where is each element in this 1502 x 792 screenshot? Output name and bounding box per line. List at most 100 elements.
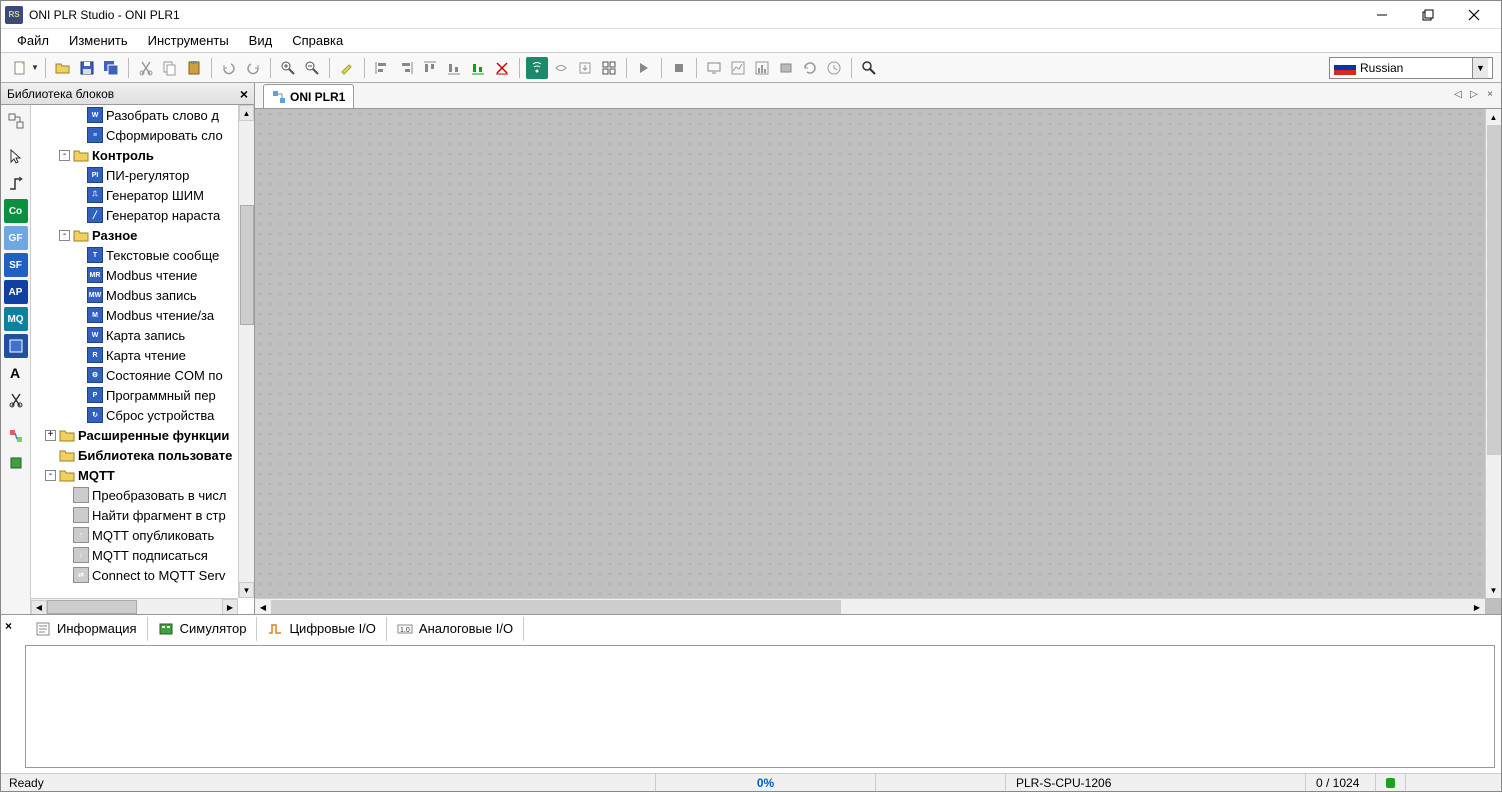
- align-right-button[interactable]: [395, 57, 417, 79]
- vtool-cut[interactable]: [4, 388, 28, 412]
- scroll-thumb[interactable]: [240, 205, 254, 325]
- menu-help[interactable]: Справка: [282, 31, 353, 50]
- connect-green-button[interactable]: [467, 57, 489, 79]
- maximize-button[interactable]: [1405, 1, 1451, 29]
- clock-button[interactable]: [823, 57, 845, 79]
- vtool-co[interactable]: Co: [4, 199, 28, 223]
- redo-button[interactable]: [242, 57, 264, 79]
- tree-item[interactable]: Преобразовать в числ: [31, 485, 238, 505]
- tree-item[interactable]: ↓MQTT подписаться: [31, 545, 238, 565]
- scroll-thumb-h[interactable]: [47, 600, 137, 614]
- copy-button[interactable]: [159, 57, 181, 79]
- zoom-in-button[interactable]: [277, 57, 299, 79]
- new-button[interactable]: [9, 57, 31, 79]
- bottom-tab-analog-io[interactable]: 1.0 Аналоговые I/O: [387, 617, 524, 641]
- align-top-button[interactable]: [419, 57, 441, 79]
- canvas-tab-main[interactable]: ONI PLR1: [263, 84, 354, 108]
- tree-item[interactable]: +Расширенные функции: [31, 425, 238, 445]
- tree-item[interactable]: PПрограммный пер: [31, 385, 238, 405]
- bottom-close-button[interactable]: ×: [5, 619, 12, 633]
- canvas-hscrollbar[interactable]: ◀▶: [255, 598, 1485, 614]
- vtool-wire[interactable]: [4, 172, 28, 196]
- tree-vscrollbar[interactable]: ▲ ▼: [238, 105, 254, 598]
- align-bottom-button[interactable]: [443, 57, 465, 79]
- online-button[interactable]: [526, 57, 548, 79]
- tree-item[interactable]: ⇄Connect to MQTT Serv: [31, 565, 238, 585]
- menu-file[interactable]: Файл: [7, 31, 59, 50]
- download-button[interactable]: [574, 57, 596, 79]
- tree-item[interactable]: WКарта запись: [31, 325, 238, 345]
- tree-item[interactable]: ↑MQTT опубликовать: [31, 525, 238, 545]
- tree-item[interactable]: Библиотека пользовате: [31, 445, 238, 465]
- expander-icon[interactable]: -: [45, 470, 56, 481]
- tree-item[interactable]: -Контроль: [31, 145, 238, 165]
- canvas[interactable]: ▲▼ ◀▶: [255, 109, 1501, 614]
- tree-item[interactable]: PIПИ-регулятор: [31, 165, 238, 185]
- canvas-vscrollbar[interactable]: ▲▼: [1485, 109, 1501, 598]
- tree-item[interactable]: MWModbus запись: [31, 285, 238, 305]
- tree-item[interactable]: TТекстовые сообще: [31, 245, 238, 265]
- cut-button[interactable]: [135, 57, 157, 79]
- menu-edit[interactable]: Изменить: [59, 31, 138, 50]
- vtool-sf[interactable]: SF: [4, 253, 28, 277]
- tab-close-button[interactable]: ×: [1483, 87, 1497, 101]
- vtool-workspace[interactable]: [4, 109, 28, 133]
- refresh-button[interactable]: [799, 57, 821, 79]
- scroll-left-icon[interactable]: ◀: [31, 600, 47, 615]
- device-button[interactable]: [775, 57, 797, 79]
- vtool-ap[interactable]: AP: [4, 280, 28, 304]
- tree-item[interactable]: WРазобрать слово д: [31, 105, 238, 125]
- minimize-button[interactable]: [1359, 1, 1405, 29]
- language-select[interactable]: Russian ▼: [1329, 57, 1493, 79]
- play-button[interactable]: [633, 57, 655, 79]
- tree-item[interactable]: MModbus чтение/за: [31, 305, 238, 325]
- align-left-button[interactable]: [371, 57, 393, 79]
- chart1-button[interactable]: [727, 57, 749, 79]
- bottom-tab-digital-io[interactable]: Цифровые I/O: [257, 617, 386, 641]
- tree-item[interactable]: ⎍Генератор ШИМ: [31, 185, 238, 205]
- bottom-tab-simulator[interactable]: Симулятор: [148, 617, 258, 641]
- bottom-tab-info[interactable]: Информация: [25, 617, 148, 641]
- vtool-module[interactable]: [4, 451, 28, 475]
- library-close-button[interactable]: ×: [240, 86, 248, 102]
- disconnect-red-button[interactable]: [491, 57, 513, 79]
- tree-item[interactable]: -MQTT: [31, 465, 238, 485]
- new-dropdown[interactable]: ▼: [31, 63, 39, 72]
- tab-prev-button[interactable]: ◁: [1451, 87, 1465, 101]
- grid-button[interactable]: [598, 57, 620, 79]
- save-button[interactable]: [76, 57, 98, 79]
- tree-item[interactable]: ≡Сформировать сло: [31, 125, 238, 145]
- monitor-button[interactable]: [703, 57, 725, 79]
- zoom-out-button[interactable]: [301, 57, 323, 79]
- expander-icon[interactable]: -: [59, 230, 70, 241]
- expander-icon[interactable]: +: [45, 430, 56, 441]
- tab-next-button[interactable]: ▷: [1467, 87, 1481, 101]
- tree-item[interactable]: MRModbus чтение: [31, 265, 238, 285]
- vtool-connect[interactable]: [4, 424, 28, 448]
- undo-button[interactable]: [218, 57, 240, 79]
- scroll-down-icon[interactable]: ▼: [239, 582, 254, 598]
- tree-item[interactable]: -Разное: [31, 225, 238, 245]
- vtool-text[interactable]: A: [4, 361, 28, 385]
- scroll-up-icon[interactable]: ▲: [239, 105, 254, 121]
- menu-view[interactable]: Вид: [239, 31, 283, 50]
- save-all-button[interactable]: [100, 57, 122, 79]
- vtool-mq[interactable]: MQ: [4, 307, 28, 331]
- chart2-button[interactable]: [751, 57, 773, 79]
- highlight-button[interactable]: [336, 57, 358, 79]
- tree-item[interactable]: ╱Генератор нараста: [31, 205, 238, 225]
- tree-item[interactable]: ↻Сброс устройства: [31, 405, 238, 425]
- scroll-right-icon[interactable]: ▶: [222, 599, 238, 614]
- tree-hscrollbar[interactable]: ◀ ▶: [31, 598, 238, 614]
- vtool-pointer[interactable]: [4, 145, 28, 169]
- open-button[interactable]: [52, 57, 74, 79]
- vtool-library[interactable]: [4, 334, 28, 358]
- close-button[interactable]: [1451, 1, 1497, 29]
- stop-button[interactable]: [668, 57, 690, 79]
- tree-item[interactable]: Найти фрагмент в стр: [31, 505, 238, 525]
- tree-item[interactable]: RКарта чтение: [31, 345, 238, 365]
- vtool-gf[interactable]: GF: [4, 226, 28, 250]
- menu-tools[interactable]: Инструменты: [138, 31, 239, 50]
- transfer-button[interactable]: [550, 57, 572, 79]
- tree-item[interactable]: ⚙Состояние COM по: [31, 365, 238, 385]
